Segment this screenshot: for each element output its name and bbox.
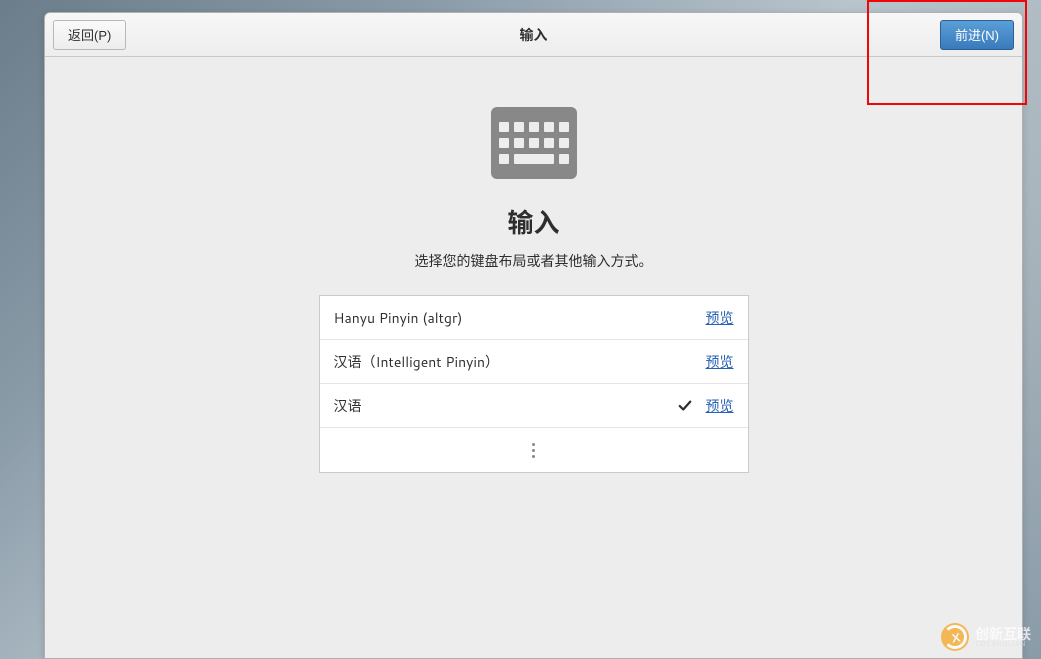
- titlebar: 返回(P) 输入 前进(N): [45, 13, 1022, 57]
- watermark: X 创新互联 CDCXHULIAN: [941, 623, 1031, 651]
- page-subtitle: 选择您的键盘布局或者其他输入方式。: [415, 251, 653, 271]
- input-source-row[interactable]: 汉语 预览: [320, 384, 748, 428]
- content-area: 输入 选择您的键盘布局或者其他输入方式。 Hanyu Pinyin (altgr…: [45, 57, 1022, 658]
- next-button[interactable]: 前进(N): [940, 20, 1014, 50]
- preview-link[interactable]: 预览: [706, 352, 734, 372]
- back-button[interactable]: 返回(P): [53, 20, 126, 50]
- input-source-row[interactable]: 汉语（Intelligent Pinyin） 预览: [320, 340, 748, 384]
- check-icon: [678, 399, 692, 413]
- keyboard-icon: [491, 107, 577, 179]
- input-source-list: Hanyu Pinyin (altgr) 预览 汉语（Intelligent P…: [319, 295, 749, 473]
- page-heading: 输入: [507, 203, 559, 241]
- input-source-row[interactable]: Hanyu Pinyin (altgr) 预览: [320, 296, 748, 340]
- window-title: 输入: [45, 25, 1022, 45]
- input-source-label: Hanyu Pinyin (altgr): [334, 308, 706, 328]
- more-dots-icon: [532, 443, 535, 458]
- input-source-label: 汉语: [334, 396, 678, 416]
- watermark-logo-icon: X: [941, 623, 969, 651]
- watermark-sub-text: CDCXHULIAN: [975, 641, 1031, 648]
- setup-window: 返回(P) 输入 前进(N) 输入 选择您的键盘布局或者其他输入方式。 Hany…: [44, 12, 1023, 659]
- input-source-label: 汉语（Intelligent Pinyin）: [334, 352, 706, 372]
- more-button[interactable]: [320, 428, 748, 472]
- preview-link[interactable]: 预览: [706, 396, 734, 416]
- preview-link[interactable]: 预览: [706, 308, 734, 328]
